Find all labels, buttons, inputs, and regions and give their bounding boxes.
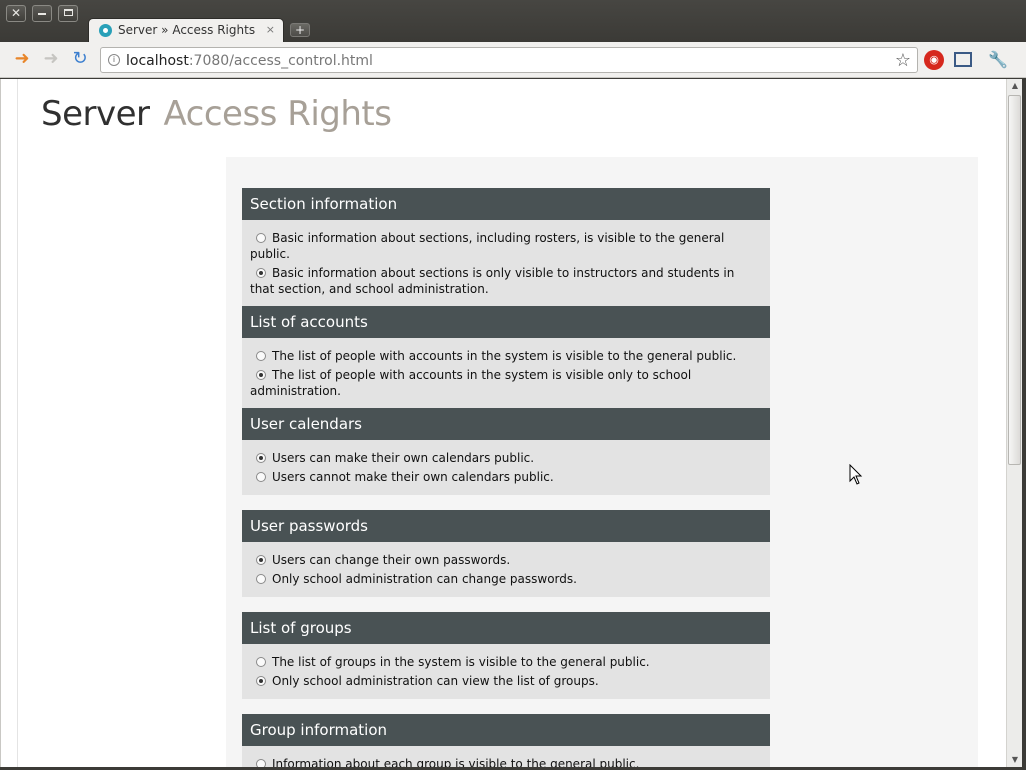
reload-icon: ↻ (72, 48, 88, 69)
option-label: Information about each group is visible … (272, 757, 640, 767)
option-row[interactable]: Users can make their own calendars publi… (250, 450, 762, 466)
option-label: Basic information about sections, includ… (250, 231, 725, 261)
back-button[interactable]: ➜ (11, 49, 33, 71)
radio-button-selected[interactable] (256, 370, 266, 380)
option-row[interactable]: The list of people with accounts in the … (250, 367, 762, 399)
section-heading: List of accounts (242, 306, 770, 338)
option-label: Basic information about sections is only… (250, 266, 735, 296)
section-options: Information about each group is visible … (242, 746, 770, 767)
option-row[interactable]: Basic information about sections, includ… (250, 230, 762, 262)
radio-button[interactable] (256, 574, 266, 584)
option-row[interactable]: Basic information about sections is only… (250, 265, 762, 297)
page-info-icon[interactable]: i (108, 54, 120, 66)
window-close-button[interactable]: ✕ (6, 5, 26, 22)
section-information: Section information Basic information ab… (242, 188, 770, 307)
option-label: Users can change their own passwords. (272, 553, 511, 567)
fullscreen-icon[interactable] (954, 52, 972, 67)
radio-button[interactable] (256, 233, 266, 243)
browser-tab[interactable]: Server » Access Rights × (88, 18, 284, 43)
url-path: :7080/access_control.html (188, 53, 373, 69)
url-host: localhost (126, 53, 189, 69)
wrench-icon[interactable]: 🔧 (988, 50, 1008, 70)
vertical-scrollbar[interactable]: ▲ ▼ (1006, 79, 1022, 767)
section-options: Users can make their own calendars publi… (242, 440, 770, 495)
window-minimize-button[interactable] (32, 5, 52, 22)
reload-button[interactable]: ↻ (69, 49, 91, 71)
url-text[interactable]: localhost:7080/access_control.html (126, 53, 373, 69)
tab-title: Server » Access Rights (118, 23, 256, 37)
option-label: The list of groups in the system is visi… (272, 655, 650, 669)
maximize-icon (63, 9, 73, 16)
section-heading: User calendars (242, 408, 770, 440)
radio-button-selected[interactable] (256, 268, 266, 278)
tab-close-button[interactable]: × (266, 23, 275, 36)
section-heading: Section information (242, 188, 770, 220)
radio-button-selected[interactable] (256, 453, 266, 463)
option-row[interactable]: The list of people with accounts in the … (250, 348, 762, 364)
star-icon[interactable]: ☆ (895, 50, 911, 71)
scroll-down-icon[interactable]: ▼ (1007, 753, 1023, 767)
option-row[interactable]: Only school administration can change pa… (250, 571, 762, 587)
page-title-sub: Access Rights (163, 94, 392, 134)
section-list-of-accounts: List of accounts The list of people with… (242, 306, 770, 409)
section-user-calendars: User calendars Users can make their own … (242, 408, 770, 495)
page-left-border (17, 79, 18, 767)
section-list-of-groups: List of groups The list of groups in the… (242, 612, 770, 699)
scroll-up-icon[interactable]: ▲ (1007, 79, 1023, 93)
option-label: Users can make their own calendars publi… (272, 451, 535, 465)
adblock-icon[interactable]: ◉ (924, 50, 944, 70)
mouse-cursor-icon (849, 464, 863, 485)
page-title-main: Server (41, 94, 150, 134)
page-viewport: Server Access Rights Section information … (0, 79, 1006, 767)
content-panel: Section information Basic information ab… (226, 157, 978, 767)
radio-button-selected[interactable] (256, 676, 266, 686)
section-heading: List of groups (242, 612, 770, 644)
option-label: Users cannot make their own calendars pu… (272, 470, 554, 484)
option-row[interactable]: Information about each group is visible … (250, 756, 762, 767)
window-maximize-button[interactable] (58, 5, 78, 22)
window-frame-right (1022, 79, 1026, 770)
browser-toolbar: ➜ ➜ ↻ i localhost:7080/access_control.ht… (0, 42, 1026, 78)
radio-button[interactable] (256, 759, 266, 767)
arrow-right-icon: ➜ (43, 48, 59, 69)
section-options: The list of people with accounts in the … (242, 338, 770, 409)
radio-button-selected[interactable] (256, 555, 266, 565)
option-row[interactable]: The list of groups in the system is visi… (250, 654, 762, 670)
option-row[interactable]: Users cannot make their own calendars pu… (250, 469, 762, 485)
window-titlebar: ✕ Server » Access Rights × + (0, 0, 1026, 43)
section-options: Basic information about sections, includ… (242, 220, 770, 307)
option-row[interactable]: Users can change their own passwords. (250, 552, 762, 568)
radio-button[interactable] (256, 657, 266, 667)
scroll-thumb[interactable] (1008, 95, 1021, 465)
forward-button[interactable]: ➜ (40, 49, 62, 71)
section-options: The list of groups in the system is visi… (242, 644, 770, 699)
section-options: Users can change their own passwords. On… (242, 542, 770, 597)
minimize-icon (38, 12, 46, 15)
section-heading: Group information (242, 714, 770, 746)
section-heading: User passwords (242, 510, 770, 542)
new-tab-button[interactable]: + (290, 23, 310, 37)
option-label: The list of people with accounts in the … (250, 368, 692, 398)
option-row[interactable]: Only school administration can view the … (250, 673, 762, 689)
option-label: The list of people with accounts in the … (272, 349, 737, 363)
option-label: Only school administration can change pa… (272, 572, 577, 586)
option-label: Only school administration can view the … (272, 674, 599, 688)
section-user-passwords: User passwords Users can change their ow… (242, 510, 770, 597)
radio-button[interactable] (256, 351, 266, 361)
radio-button[interactable] (256, 472, 266, 482)
address-bar[interactable]: i localhost:7080/access_control.html ☆ (100, 47, 918, 73)
page-title: Server Access Rights (41, 94, 392, 134)
arrow-left-icon: ➜ (14, 48, 30, 69)
section-group-information: Group information Information about each… (242, 714, 770, 767)
favicon-icon (99, 24, 112, 37)
